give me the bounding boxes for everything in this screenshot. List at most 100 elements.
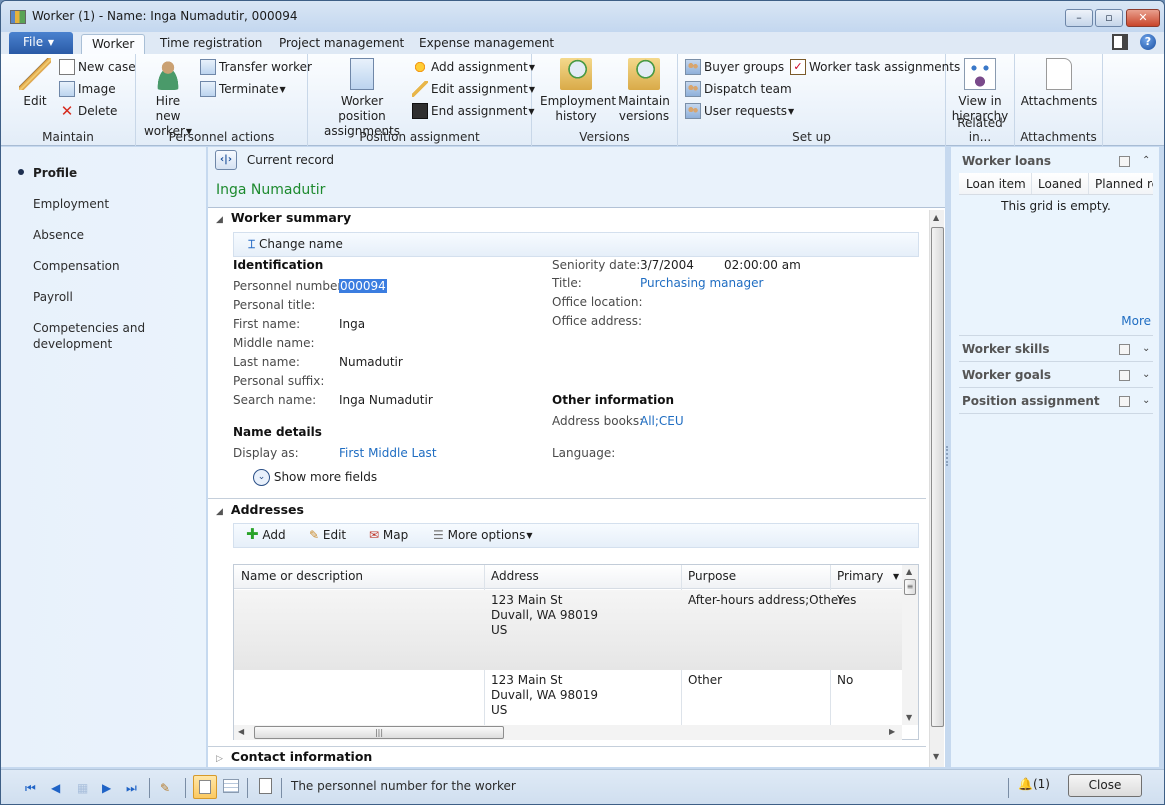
first-name-value[interactable]: Inga [339, 317, 365, 331]
scroll-up-icon[interactable]: ▲ [906, 567, 912, 576]
col-loan-item[interactable]: Loan item [966, 177, 1026, 191]
scroll-down-icon[interactable]: ▼ [906, 713, 912, 722]
factbox-options-icon[interactable] [1119, 396, 1130, 407]
layout-icon[interactable] [1112, 34, 1129, 50]
worker-task-assignments-button[interactable]: ✓ Worker task assignments [790, 58, 960, 76]
edit-address-button[interactable]: ✎ Edit [309, 528, 346, 542]
col-planned-return[interactable]: Planned re [1095, 177, 1153, 191]
collapse-chevron-icon[interactable]: ⌃ [1142, 155, 1150, 166]
col-address[interactable]: Address [491, 569, 539, 583]
previous-record-icon[interactable]: ◀ [51, 781, 60, 795]
help-icon[interactable]: ? [1140, 34, 1156, 50]
end-assignment-button[interactable]: End assignment▼ [412, 102, 535, 120]
table-row[interactable]: 123 Main St Duvall, WA 98019 US After-ho… [234, 590, 902, 670]
maintain-versions-button[interactable]: Maintain versions [616, 58, 672, 124]
worker-position-assignments-button[interactable]: Worker position assignments [316, 58, 408, 139]
contact-information-header[interactable]: ▷ Contact information [216, 749, 372, 764]
next-record-icon[interactable]: ▶ [102, 781, 111, 795]
more-link[interactable]: More [1121, 314, 1151, 328]
edit-mode-icon[interactable]: ✎ [160, 781, 170, 795]
dispatch-team-button[interactable]: Dispatch team [685, 80, 792, 98]
display-as-value[interactable]: First Middle Last [339, 446, 437, 460]
add-assignment-button[interactable]: Add assignment▼ [412, 58, 535, 76]
grid-horizontal-scrollbar[interactable]: ◀ ||| ▶ [234, 725, 902, 740]
terminate-button[interactable]: Terminate▼ [200, 80, 286, 98]
worker-summary-header[interactable]: ◢ Worker summary [216, 210, 351, 225]
tab-time-registration[interactable]: Time registration [150, 34, 272, 54]
factbox-options-icon[interactable] [1119, 370, 1130, 381]
attachments-button[interactable]: Attachments [1019, 58, 1099, 109]
h-scroll-thumb[interactable]: ||| [254, 726, 504, 739]
scroll-thumb[interactable] [931, 227, 944, 727]
transfer-worker-button[interactable]: Transfer worker [200, 58, 312, 76]
form-vertical-scrollbar[interactable]: ▲ ▼ [929, 210, 944, 767]
nav-profile[interactable]: Profile [33, 165, 77, 181]
scroll-thumb[interactable]: ≡ [904, 579, 916, 595]
col-purpose[interactable]: Purpose [688, 569, 736, 583]
last-name-value[interactable]: Numadutir [339, 355, 403, 369]
scroll-left-icon[interactable]: ◀ [238, 727, 244, 736]
show-more-fields-button[interactable]: ⌄ Show more fields [253, 469, 377, 486]
minimize-button[interactable]: – [1065, 9, 1093, 27]
hire-new-worker-button[interactable]: Hire new worker▼ [142, 58, 194, 139]
col-loaned[interactable]: Loaned [1038, 177, 1082, 191]
tab-expense-management[interactable]: Expense management [409, 34, 564, 54]
title-value[interactable]: Purchasing manager [640, 276, 763, 290]
position-assignment-title[interactable]: Position assignment [962, 394, 1100, 408]
col-name-or-description[interactable]: Name or description [241, 569, 363, 583]
tab-worker[interactable]: Worker [81, 34, 146, 54]
scroll-down-icon[interactable]: ▼ [933, 752, 939, 761]
addresses-header[interactable]: ◢ Addresses [216, 502, 304, 517]
grid-vertical-scrollbar[interactable]: ▲ ≡ ▼ [902, 565, 918, 725]
edit-assignment-button[interactable]: Edit assignment▼ [412, 80, 535, 98]
seniority-time-value[interactable]: 02:00:00 am [724, 258, 801, 272]
delete-button[interactable]: ✕ Delete [59, 102, 118, 120]
more-options-button[interactable]: ☰ More options▼ [433, 528, 533, 542]
change-name-button[interactable]: ⌶ Change name [248, 237, 343, 252]
buyer-groups-button[interactable]: Buyer groups [685, 58, 784, 76]
first-record-icon[interactable]: ⏮ [25, 781, 36, 796]
factbox-options-icon[interactable] [1119, 156, 1130, 167]
expand-chevron-icon[interactable]: ⌄ [1142, 343, 1150, 354]
file-tab[interactable]: File ▼ [9, 32, 73, 54]
attachments-icon[interactable] [259, 778, 272, 794]
factbox-options-icon[interactable] [1119, 344, 1130, 355]
close-button[interactable]: Close [1068, 774, 1142, 797]
employment-history-button[interactable]: Employment history [540, 58, 616, 124]
last-record-icon[interactable]: ⏭ [126, 781, 137, 796]
close-window-button[interactable]: ✕ [1126, 9, 1160, 27]
new-case-button[interactable]: New case [59, 58, 136, 76]
user-requests-button[interactable]: User requests▼ [685, 102, 794, 120]
worker-skills-title[interactable]: Worker skills [962, 342, 1049, 356]
nav-payroll[interactable]: Payroll [33, 289, 73, 305]
search-name-value[interactable]: Inga Numadutir [339, 393, 433, 407]
edit-button[interactable]: Edit [15, 58, 55, 109]
table-row[interactable]: 123 Main St Duvall, WA 98019 US Other No [234, 670, 902, 725]
seniority-date-value[interactable]: 3/7/2004 [640, 258, 694, 272]
expand-chevron-icon[interactable]: ⌄ [1142, 395, 1150, 406]
grid-view-button[interactable] [223, 779, 239, 793]
map-button[interactable]: ✉ Map [369, 528, 408, 542]
add-address-button[interactable]: ✚ Add [246, 527, 286, 543]
nav-absence[interactable]: Absence [33, 227, 84, 243]
col-primary[interactable]: Primary [837, 569, 883, 583]
nav-competencies[interactable]: Competencies and [33, 320, 145, 336]
column-dropdown-icon[interactable]: ▼ [893, 572, 899, 581]
notifications-button[interactable]: 🔔(1) [1018, 777, 1050, 791]
maximize-button[interactable]: ▫ [1095, 9, 1123, 27]
nav-compensation[interactable]: Compensation [33, 258, 120, 274]
scroll-right-icon[interactable]: ▶ [889, 727, 895, 736]
image-button[interactable]: Image [59, 80, 116, 98]
form-view-button[interactable] [193, 775, 217, 799]
tab-project-management[interactable]: Project management [269, 34, 414, 54]
toggle-record-icon[interactable]: ‹|› [215, 150, 237, 170]
worker-loans-title[interactable]: Worker loans [962, 154, 1051, 168]
expand-chevron-icon[interactable]: ⌄ [1142, 369, 1150, 380]
nav-competencies-line2[interactable]: development [33, 336, 112, 352]
personnel-number-field[interactable]: 000094 [339, 279, 387, 293]
grid-view-icon[interactable]: ▦ [77, 781, 88, 795]
address-books-value[interactable]: All;CEU [640, 414, 684, 428]
worker-goals-title[interactable]: Worker goals [962, 368, 1051, 382]
pane-splitter[interactable] [946, 446, 949, 466]
nav-employment[interactable]: Employment [33, 196, 109, 212]
